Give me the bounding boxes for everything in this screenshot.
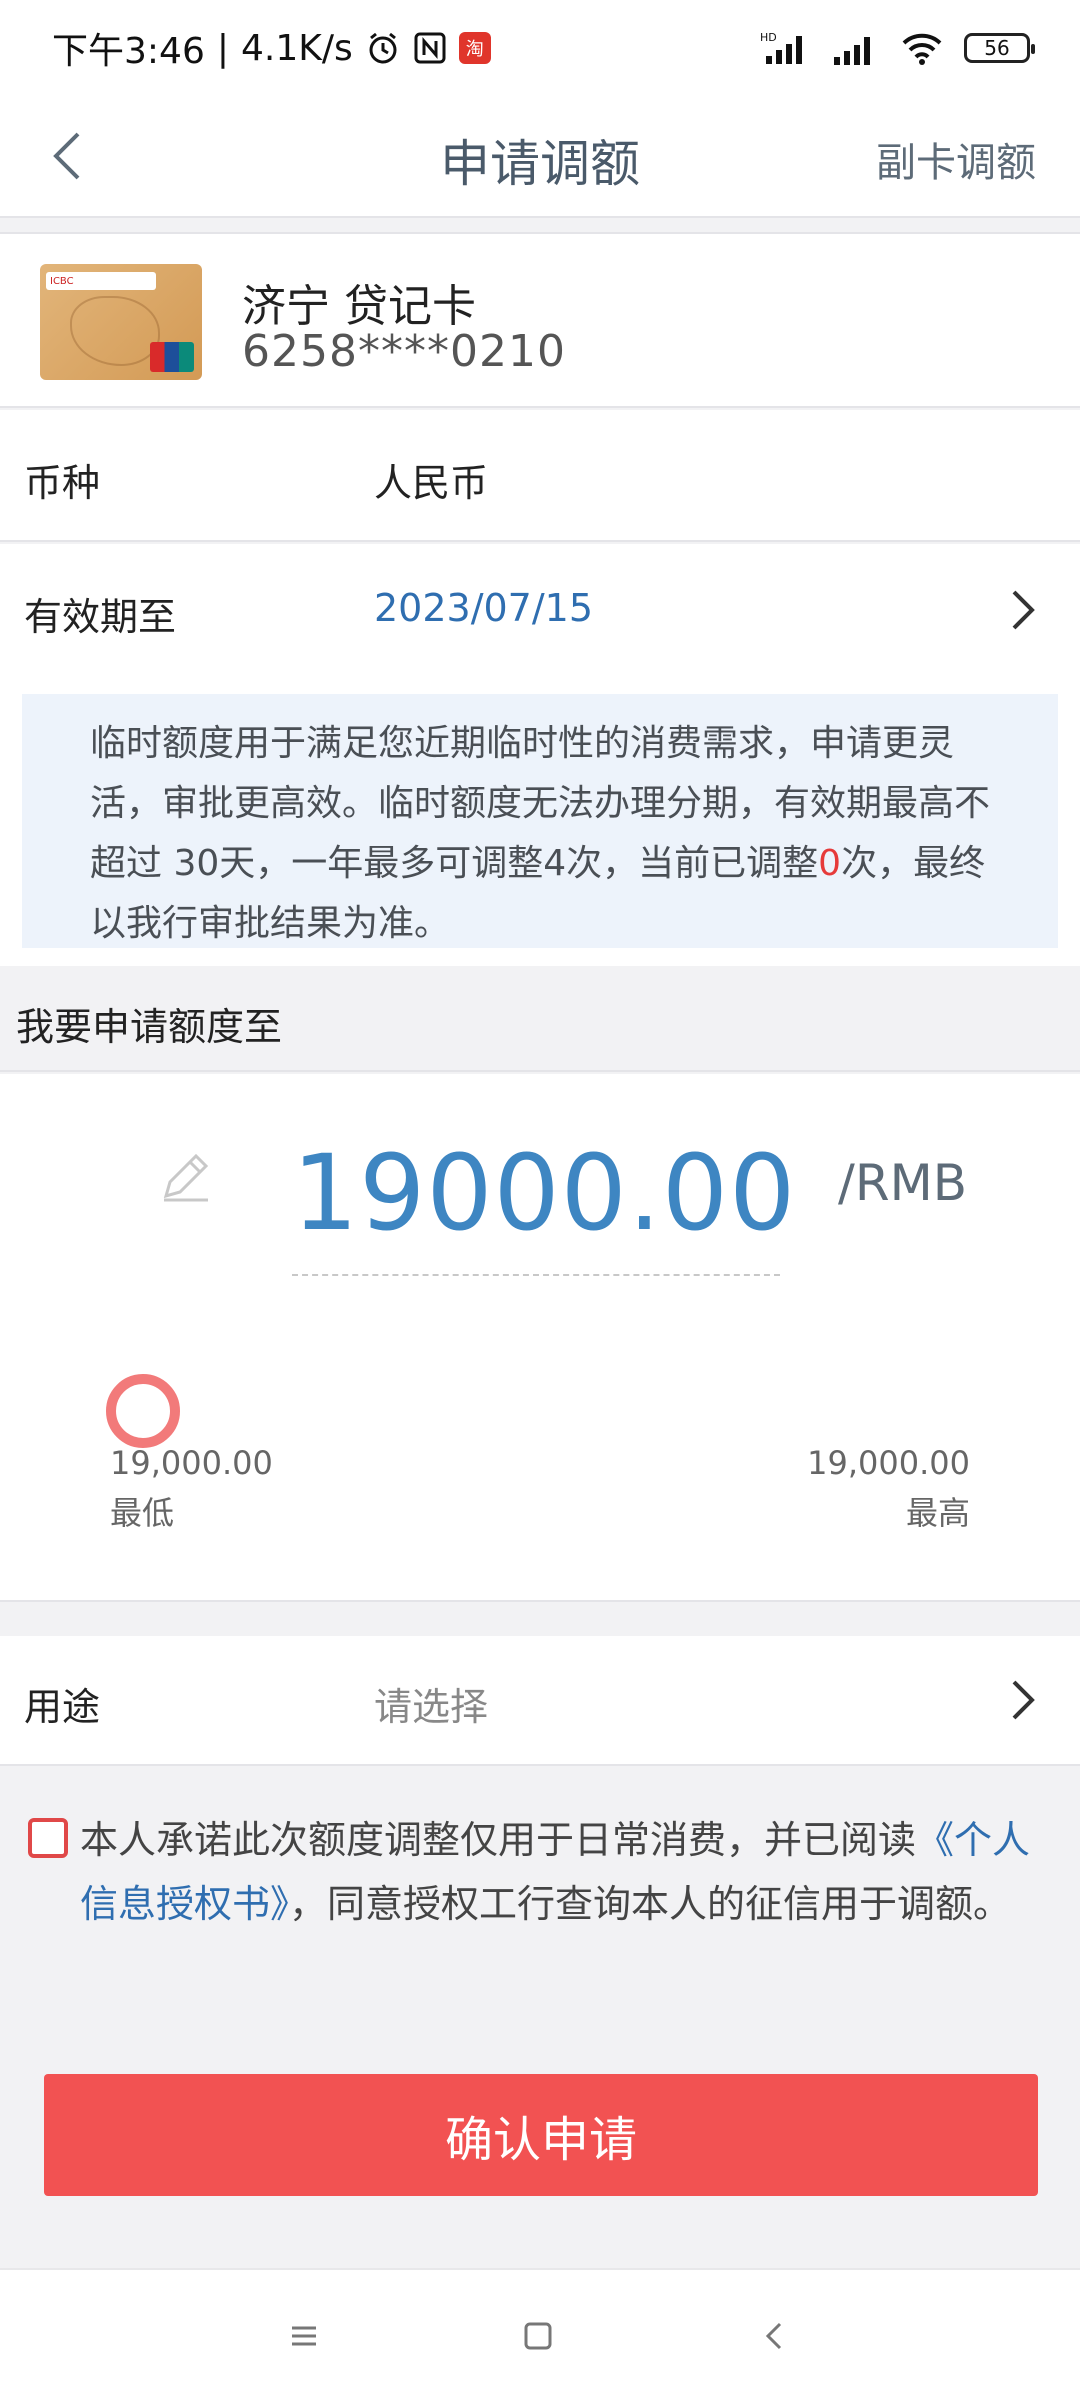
back-icon[interactable] (40, 126, 100, 186)
agreement-text: 本人承诺此次额度调整仅用于日常消费，并已阅读《个人信息授权书》，同意授权工行查询… (80, 1808, 1040, 1936)
nfc-icon (413, 31, 447, 65)
currency-value: 人民币 (374, 461, 489, 505)
agreement-checkbox[interactable] (28, 1818, 68, 1858)
pencil-icon[interactable] (156, 1146, 216, 1206)
purpose-select[interactable]: 请选择 (374, 1676, 488, 1731)
chevron-right-icon (1004, 1676, 1040, 1724)
card-info: ICBC 济宁 贷记卡 6258****0210 (0, 232, 1080, 408)
battery-icon: 56 (964, 33, 1035, 63)
max-amount: 19,000.00 (807, 1444, 970, 1482)
amount-section-header: 我要申请额度至 (0, 968, 1080, 1072)
alarm-icon (365, 30, 401, 66)
max-label: 最高 (905, 1494, 970, 1532)
amount-section-title: 我要申请额度至 (16, 1005, 283, 1049)
status-time: 下午3:46 (52, 31, 205, 72)
hd-signal-icon: HD (760, 30, 812, 66)
system-nav-bar (0, 2268, 1080, 2400)
agreement-text-start: 本人承诺此次额度调整仅用于日常消费，并已阅读 (80, 1818, 917, 1862)
notice-box: 临时额度用于满足您近期临时性的消费需求，申请更灵活，审批更高效。临时额度无法办理… (22, 694, 1058, 948)
shopping-app-icon: 淘 (458, 32, 491, 64)
card-name: 济宁 贷记卡 (242, 281, 476, 332)
confirm-button[interactable]: 确认申请 (44, 2074, 1038, 2196)
amount-underline (292, 1274, 780, 1276)
validity-label: 有效期至 (24, 595, 177, 639)
home-icon[interactable] (516, 2314, 560, 2358)
purpose-label: 用途 (24, 1685, 101, 1729)
min-amount: 19,000.00 (110, 1444, 273, 1482)
agreement-section: 本人承诺此次额度调整仅用于日常消费，并已阅读《个人信息授权书》，同意授权工行查询… (0, 1768, 1080, 1968)
bank-logo-icon: ICBC (46, 272, 156, 290)
amount-slider-handle[interactable] (106, 1374, 180, 1448)
currency-label: 币种 (24, 461, 101, 505)
notice-section: 临时额度用于满足您近期临时性的消费需求，申请更灵活，审批更高效。临时额度无法办理… (0, 676, 1080, 966)
amount-panel: 19000.00 /RMB 19,000.00 最低 19,000.00 最高 (0, 1074, 1080, 1602)
adjust-count: 0 (818, 843, 842, 884)
back-nav-icon[interactable] (752, 2314, 796, 2358)
min-label: 最低 (110, 1494, 175, 1532)
currency-row: 币种 人民币 (0, 410, 1080, 542)
svg-text:HD: HD (760, 31, 777, 44)
card-image: ICBC (40, 264, 202, 380)
amount-unit: /RMB (838, 1154, 968, 1212)
card-number: 6258****0210 (242, 326, 566, 377)
agreement-text-end: ，同意授权工行查询本人的征信用于调额。 (289, 1882, 1012, 1926)
network-speed: 4.1K/s (240, 27, 353, 69)
status-bar: 下午3:46 | 4.1K/s 淘 HD 56 (0, 0, 1080, 96)
status-divider: | (216, 27, 229, 69)
validity-row[interactable]: 有效期至 2023/07/15 (0, 544, 1080, 676)
validity-date: 2023/07/15 (374, 586, 594, 630)
unionpay-icon (150, 342, 194, 372)
purpose-row[interactable]: 用途 请选择 (0, 1636, 1080, 1766)
amount-input[interactable]: 19000.00 (292, 1132, 795, 1254)
menu-icon[interactable] (282, 2314, 326, 2358)
nav-bar: 申请调额 副卡调额 (0, 96, 1080, 218)
chevron-right-icon (1004, 586, 1040, 634)
signal-icon (832, 31, 880, 65)
supplementary-card-adjust-link[interactable]: 副卡调额 (876, 130, 1036, 188)
wifi-icon (900, 31, 944, 65)
